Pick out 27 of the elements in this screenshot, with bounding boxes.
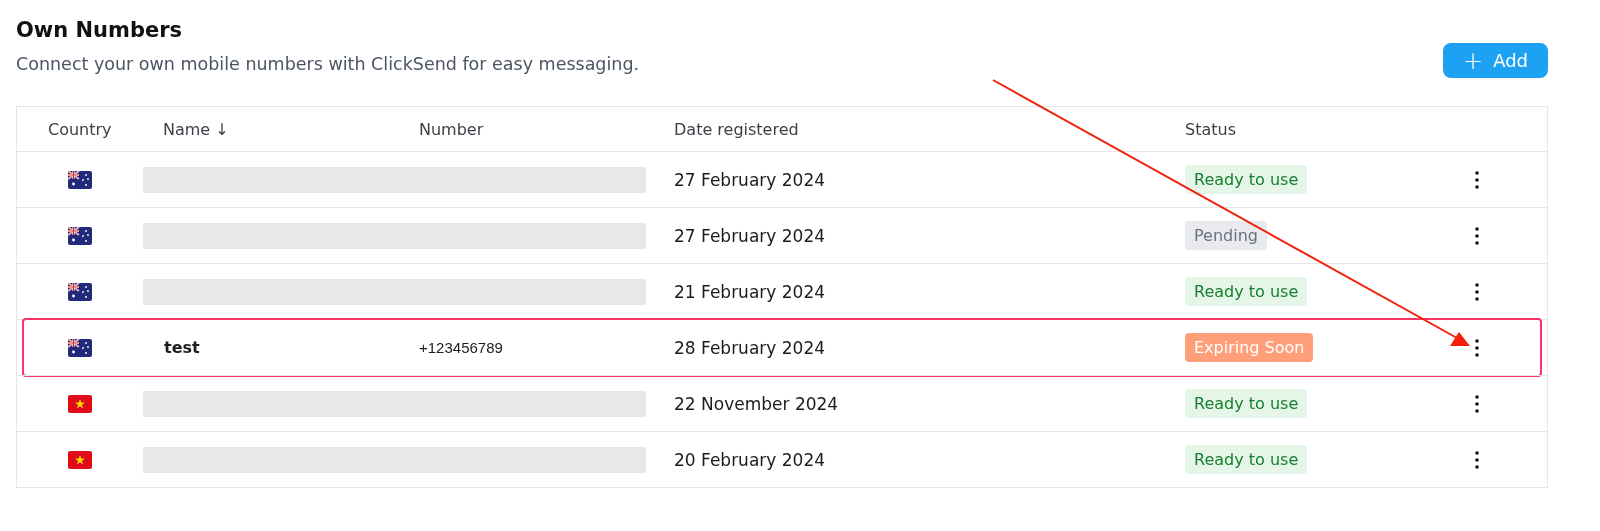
more-icon[interactable] <box>1475 338 1479 357</box>
table-cell-text: 27 February 2024 <box>673 169 826 190</box>
column-header[interactable]: Status <box>1165 119 1465 139</box>
column-header[interactable]: Country <box>17 119 143 139</box>
table-cell-text: 28 February 2024 <box>673 337 826 358</box>
status-badge: Ready to use <box>1185 389 1308 418</box>
status-badge: Ready to use <box>1185 445 1308 474</box>
status-badge: Ready to use <box>1185 277 1308 306</box>
page-title: Own Numbers <box>16 18 184 42</box>
table-cell-text: 20 February 2024 <box>673 449 826 470</box>
column-header[interactable]: Name ↓ <box>143 119 399 139</box>
more-icon[interactable] <box>1475 450 1479 469</box>
page-subtitle: Connect your own mobile numbers with ClickSend for easy messaging. <box>16 54 640 74</box>
table-cell-text: test <box>163 338 200 357</box>
more-icon[interactable] <box>1475 394 1479 413</box>
table-cell-text: 22 November 2024 <box>673 393 839 414</box>
more-icon[interactable] <box>1475 170 1479 189</box>
table-cell-text: 27 February 2024 <box>673 225 826 246</box>
more-icon[interactable] <box>1475 226 1479 245</box>
status-badge: Expiring Soon <box>1185 333 1314 362</box>
status-badge: Ready to use <box>1185 165 1308 194</box>
table-cell-text: 21 February 2024 <box>673 281 826 302</box>
status-badge: Pending <box>1185 221 1267 250</box>
column-header[interactable]: Date registered <box>654 119 1165 139</box>
more-icon[interactable] <box>1475 282 1479 301</box>
column-header[interactable]: Number <box>399 119 654 139</box>
table-cell-text: +123456789 <box>418 339 503 356</box>
